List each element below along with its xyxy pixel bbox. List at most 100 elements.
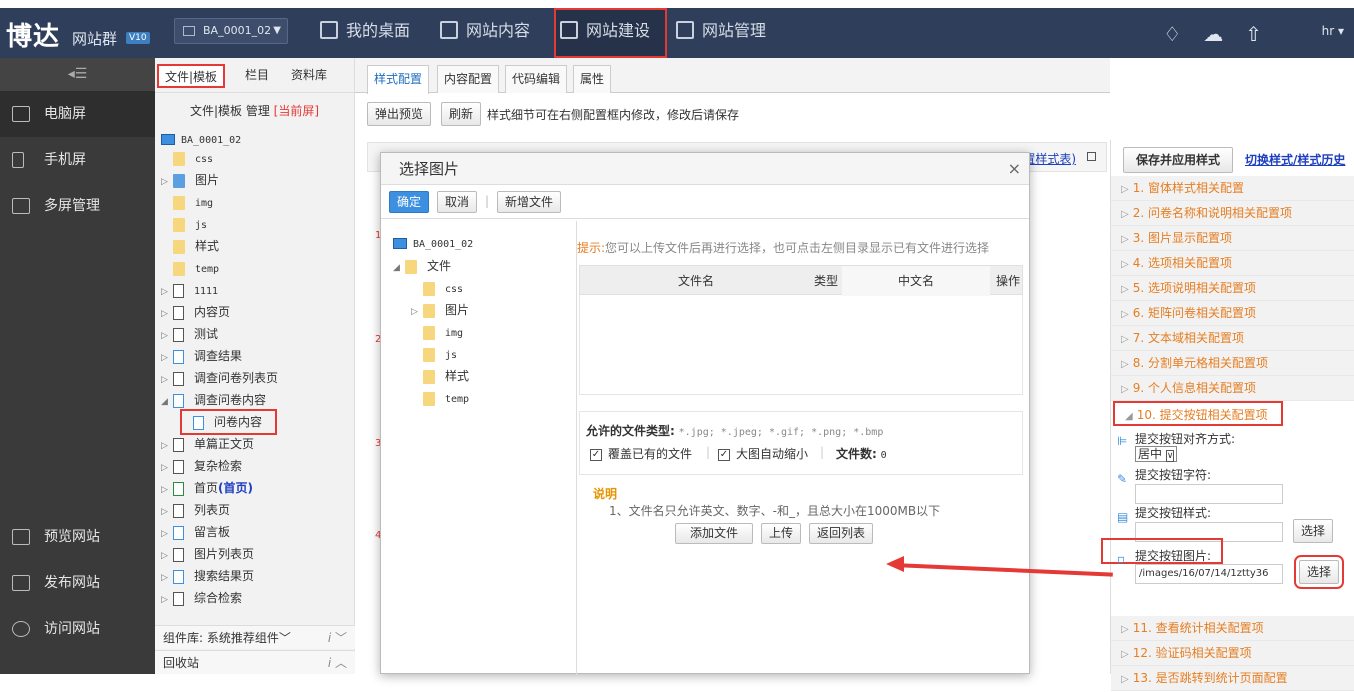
dialog-tree-img[interactable]: img [411,321,463,343]
version-badge: V10 [126,32,150,44]
config-section-4[interactable]: ▷ 4. 选项相关配置项 [1111,251,1354,276]
tree-item-js[interactable]: js [161,213,207,235]
tree-item-global-search[interactable]: ▷ 综合检索 [161,587,242,609]
tree-item-image-list[interactable]: ▷ 图片列表页 [161,543,254,565]
tree-item-survey-result[interactable]: ▷ 调查结果 [161,345,242,367]
maximize-icon[interactable] [1087,152,1096,161]
style-history-link[interactable]: 切换样式/样式历史 [1245,151,1345,168]
tree-item-guestbook[interactable]: ▷ 留言板 [161,521,230,543]
nav-site-manage[interactable]: 网站管理 [676,8,766,58]
config-section-9[interactable]: ▷ 9. 个人信息相关配置项 [1111,376,1354,401]
tree-item-img[interactable]: img [161,191,213,213]
recycle-bin-bar[interactable]: 回收站 i ︿ [155,650,355,674]
config-section-6[interactable]: ▷ 6. 矩阵问卷相关配置项 [1111,301,1354,326]
tree-item-home[interactable]: ▷ 首页(首页) [161,477,253,499]
config-section-10[interactable]: ◢ 10. 提交按钮相关配置项 [1113,401,1283,426]
tree-item-survey-content[interactable]: ◢ 调查问卷内容 [161,389,266,411]
tab-code-edit[interactable]: 代码编辑 [505,65,568,93]
refresh-button[interactable]: 刷新 [441,102,482,126]
submit-text-input[interactable] [1135,484,1283,504]
style-sheet-link[interactable]: 置样式表) [1023,150,1076,167]
align-select[interactable]: 居中 ∨ [1135,446,1178,462]
tree-item-questionnaire-content[interactable]: 问卷内容 [179,409,278,435]
tree-item-css[interactable]: css [161,147,213,169]
add-file-button[interactable]: 添加文件 [675,523,754,544]
dialog-tree-files[interactable]: ◢ 文件 [393,255,451,277]
dialog-tree-images[interactable]: ▷ 图片 [411,299,469,321]
dialog-tree-root[interactable]: BA_0001_02 [393,235,473,251]
autoshrink-option[interactable]: ✓ 大图自动缩小 [718,445,808,462]
upload-button[interactable]: 上传 [761,523,802,544]
save-apply-button[interactable]: 保存并应用样式 [1123,147,1234,173]
config-section-11[interactable]: ▷ 11. 查看统计相关配置项 [1111,616,1354,641]
user-menu[interactable]: hr ▾ [1322,24,1344,38]
file-grid-body [579,295,1023,395]
select-style-button[interactable]: 选择 [1293,519,1334,543]
select-image-button[interactable]: 选择 [1293,555,1345,589]
tab-files-templates[interactable]: 文件|模板 [157,64,226,88]
tree-item-survey-list[interactable]: ▷ 调查问卷列表页 [161,367,278,389]
tab-library[interactable]: 资料库 [285,64,333,88]
tree-item-single-article[interactable]: ▷ 单篇正文页 [161,433,254,455]
dialog-tree-styles[interactable]: 样式 [411,365,469,387]
overwrite-option[interactable]: ✓ 覆盖已有的文件 [590,445,692,462]
cloud-icon[interactable]: ☁ [1203,22,1245,46]
confirm-button[interactable]: 确定 [389,191,430,213]
tree-item-test[interactable]: ▷ 测试 [161,323,218,345]
top-icons: ♢☁⇧ [1163,22,1284,46]
tree-item-list-page[interactable]: ▷ 列表页 [161,499,230,521]
tab-style-config[interactable]: 样式配置 [367,65,430,94]
tree-item-images[interactable]: ▷ 图片 [161,169,219,191]
overwrite-checkbox[interactable]: ✓ [590,448,602,461]
dialog-folder-tree: BA_0001_02 ◢ 文件 css ▷ 图片 img js 样式 temp [381,221,577,675]
nav-mobile-screen[interactable]: 手机屏 [0,137,155,183]
file-count: 文件数: 0 [836,447,887,461]
new-file-button[interactable]: 新增文件 [497,191,562,213]
site-select[interactable]: BA_0001_02 ▼ [174,18,288,44]
nav-preview-site[interactable]: 预览网站 [0,514,155,560]
component-library-bar[interactable]: 组件库: 系统推荐组件﹀ i ﹀ [155,625,355,649]
tree-item-1111[interactable]: ▷ 1111 [161,279,218,301]
nav-site-build[interactable]: 网站建设 [554,8,667,58]
tab-properties[interactable]: 属性 [573,65,612,93]
shirt-icon[interactable]: ⇧ [1245,22,1284,46]
config-section-13[interactable]: ▷ 13. 是否跳转到统计页面配置 [1111,666,1354,691]
nav-publish-site[interactable]: 发布网站 [0,560,155,606]
config-section-8[interactable]: ▷ 8. 分割单元格相关配置项 [1111,351,1354,376]
nav-pc-screen[interactable]: 电脑屏 [0,91,155,137]
tree-item-content-page[interactable]: ▷ 内容页 [161,301,230,323]
close-icon[interactable]: × [1008,153,1021,185]
top-bar: 博达 网站群 V10 BA_0001_02 ▼ 我的桌面 网站内容 网站建设 网… [0,8,1354,58]
tree-item-search-result[interactable]: ▷ 搜索结果页 [161,565,254,587]
popup-preview-button[interactable]: 弹出预览 [367,102,432,126]
nav-visit-site[interactable]: 访问网站 [0,606,155,652]
nav-content[interactable]: 网站内容 [440,8,530,58]
config-section-5[interactable]: ▷ 5. 选项说明相关配置项 [1111,276,1354,301]
dialog-tree-css[interactable]: css [411,277,463,299]
tab-columns[interactable]: 栏目 [239,64,275,88]
dialog-tree-js[interactable]: js [411,343,457,365]
submit-image-input[interactable]: /images/16/07/14/1ztty36 [1135,564,1283,584]
add-page-icon [560,20,578,39]
tab-content-config[interactable]: 内容配置 [437,65,500,93]
dialog-tree-temp[interactable]: temp [411,387,469,409]
cancel-button[interactable]: 取消 [437,191,478,213]
autoshrink-checkbox[interactable]: ✓ [718,448,730,461]
tree-item-temp[interactable]: temp [161,257,219,279]
bell-icon[interactable]: ♢ [1163,22,1203,46]
tree-item-complex-search[interactable]: ▷ 复杂检索 [161,455,242,477]
tree-root[interactable]: BA_0001_02 [161,131,241,147]
config-section-12[interactable]: ▷ 12. 验证码相关配置项 [1111,641,1354,666]
back-to-list-button[interactable]: 返回列表 [809,523,874,544]
nav-multi-screen[interactable]: 多屏管理 [0,183,155,229]
collapse-menu-icon[interactable]: ◂☰ [0,58,155,91]
nav-desktop[interactable]: 我的桌面 [320,8,410,58]
main-toolbar: 弹出预览 刷新 样式细节可在右侧配置框内修改，修改后请保存 [355,93,1110,131]
config-section-2[interactable]: ▷ 2. 问卷名称和说明相关配置项 [1111,201,1354,226]
tree-item-styles[interactable]: 样式 [161,235,219,257]
col-chinese-name: 中文名 [842,266,990,296]
image-label: 提交按钮图片: [1135,549,1212,563]
config-section-1[interactable]: ▷ 1. 窗体样式相关配置 [1111,176,1354,201]
config-section-3[interactable]: ▷ 3. 图片显示配置项 [1111,226,1354,251]
config-section-7[interactable]: ▷ 7. 文本域相关配置项 [1111,326,1354,351]
